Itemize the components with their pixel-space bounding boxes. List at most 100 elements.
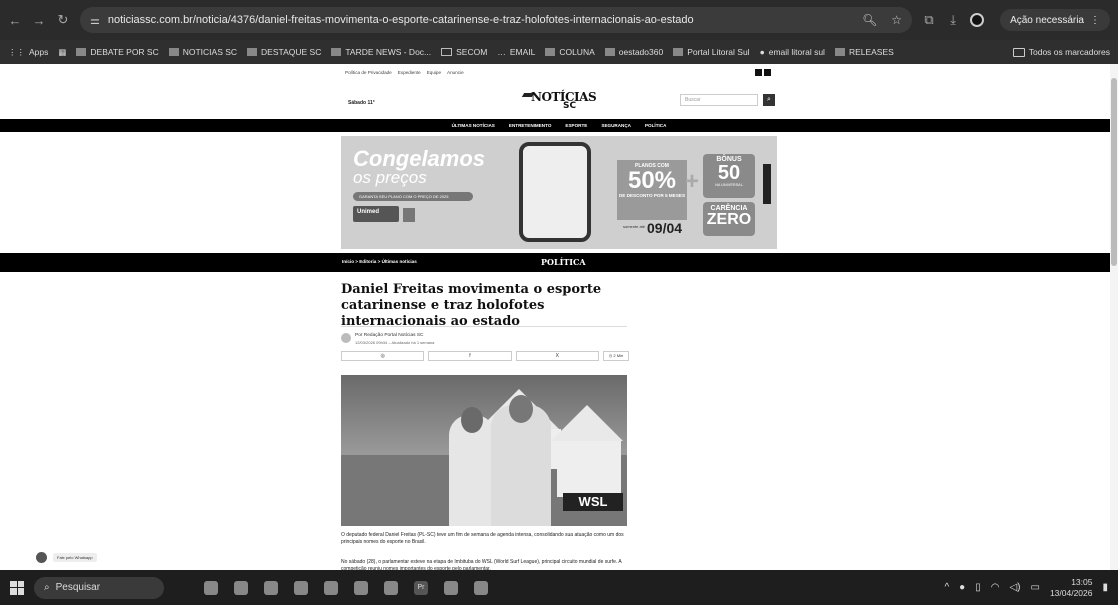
top-link[interactable]: Política de Privacidade [345, 70, 392, 75]
photo-tent [557, 441, 621, 497]
chevron-up-icon[interactable]: ^ [944, 582, 949, 593]
bookmark-secom[interactable]: SECOM [441, 47, 487, 57]
bookmark-grid[interactable]: ▦ [58, 47, 66, 58]
author-name[interactable]: Por Redação Portal Notícias SC [355, 333, 424, 338]
address-bar[interactable]: ⚌ noticiassc.com.br/noticia/4376/daniel-… [80, 7, 913, 33]
action-needed-button[interactable]: Ação necessária ⋮ [1000, 9, 1110, 31]
bookmark-label: COLUNA [559, 47, 595, 57]
facebook-icon[interactable] [755, 69, 762, 76]
scrollbar-thumb[interactable] [1111, 78, 1117, 266]
whatsapp-widget[interactable]: Fale pelo Whatsapp [36, 552, 97, 563]
main-nav: ÚLTIMAS NOTÍCIAS ENTRETENIMENTO ESPORTE … [0, 119, 1118, 132]
ad-until: somente até [623, 224, 646, 229]
bookmark-releases[interactable]: RELEASES [834, 47, 894, 57]
firefox-icon[interactable] [324, 580, 338, 595]
battery-icon[interactable]: ▯ [975, 582, 981, 593]
whatsapp-icon: ◎ [380, 353, 385, 359]
bookmark-noticias[interactable]: NOTICIAS SC [168, 47, 238, 57]
clock[interactable]: 13:05 13/04/2026 [1050, 577, 1093, 599]
bookmark-email[interactable]: … EMAIL [497, 47, 535, 57]
bookmark-debate[interactable]: DEBATE POR SC [76, 47, 159, 57]
download-icon[interactable]: ⤓ [946, 12, 960, 27]
wsl-logo: WSL [563, 493, 623, 511]
folder-favicon-icon [168, 48, 179, 56]
zoom-icon[interactable]: 🔍︎ [862, 13, 877, 27]
app-icon[interactable] [384, 580, 398, 595]
photo-person-head [461, 407, 483, 433]
x-icon: X [555, 353, 559, 359]
reload-icon[interactable]: ↻ [56, 12, 70, 27]
top-link[interactable]: Expediente [398, 70, 421, 75]
ad-banner[interactable]: Congelamos os preços GARANTA SEU PLANO C… [341, 136, 777, 249]
article-paragraph: O deputado federal Daniel Freitas (PL-SC… [341, 532, 624, 545]
bookmark-oestado360[interactable]: oestado360 [604, 47, 663, 57]
folder-favicon-icon [545, 48, 556, 56]
taskbar-apps: Pr [204, 580, 488, 595]
bookmark-label: Apps [29, 47, 49, 57]
reading-time-label: 2 Min [613, 353, 624, 358]
ad-cta: GARANTA SEU PLANO COM O PREÇO DE 2025 [353, 192, 473, 201]
wifi-icon[interactable]: ◠ [991, 582, 1000, 593]
search-icon: ⌕ [44, 582, 50, 593]
app-icon[interactable] [234, 580, 248, 595]
acrobat-icon[interactable] [474, 580, 488, 595]
author-info: Por Redação Portal Notícias SC 12/03/202… [341, 326, 627, 348]
share-whatsapp-button[interactable]: ◎ [341, 351, 425, 361]
forward-icon[interactable]: → [32, 13, 46, 28]
ad-plan-box: PLANOS COM 50% DE DESCONTO POR 5 MESES [617, 160, 687, 220]
top-link[interactable]: Anuncie [447, 70, 464, 75]
network-icon[interactable]: ▭ [1030, 582, 1039, 593]
site-search-input[interactable]: Buscar [680, 94, 758, 106]
bookmark-coluna[interactable]: COLUNA [545, 47, 595, 57]
edge-icon[interactable] [294, 580, 308, 595]
author-avatar [341, 333, 351, 343]
premiere-icon[interactable]: Pr [414, 580, 428, 595]
windows-start-icon[interactable] [10, 580, 24, 595]
site-settings-icon[interactable]: ⚌ [90, 14, 100, 27]
file-explorer-icon[interactable] [264, 580, 278, 595]
action-needed-label: Ação necessária [1010, 14, 1084, 26]
bookmark-apps[interactable]: ⋮⋮ Apps [8, 47, 48, 58]
folder-favicon-icon [76, 48, 87, 56]
all-bookmarks[interactable]: Todos os marcadores [1012, 47, 1110, 57]
photo-person [491, 395, 551, 526]
clock-time: 13:05 [1071, 576, 1093, 587]
nav-seguranca[interactable]: SEGURANÇA [601, 123, 631, 128]
instagram-icon[interactable] [764, 69, 771, 76]
bookmark-label: EMAIL [509, 47, 536, 57]
top-link[interactable]: Equipe [427, 70, 441, 75]
widgets-icon[interactable] [204, 580, 218, 595]
breadcrumb[interactable]: Início > Editoria > Últimas notícias [342, 259, 417, 264]
chrome-icon[interactable] [354, 580, 368, 595]
taskbar-search[interactable]: ⌕ Pesquisar [34, 576, 164, 599]
site-search-button[interactable]: ⌕ [763, 94, 775, 106]
app-icon[interactable] [444, 580, 458, 595]
releases-favicon-icon [834, 48, 845, 56]
ad-carencia-value: ZERO [706, 211, 752, 228]
profile-avatar[interactable] [970, 13, 985, 27]
nav-politica[interactable]: POLÍTICA [645, 123, 666, 128]
bookmark-star-icon[interactable]: ☆ [891, 13, 902, 27]
nav-ultimas-noticias[interactable]: ÚLTIMAS NOTÍCIAS [452, 123, 495, 128]
notifications-icon[interactable]: ▮ [1102, 582, 1108, 593]
menu-dots-icon: ⋮ [1090, 14, 1100, 26]
scrollbar[interactable] [1110, 64, 1118, 570]
share-buttons: ◎ f X ◷ 2 Min [341, 351, 629, 361]
clock-date: 13/04/2026 [1049, 587, 1093, 598]
bookmark-email-litoral-sul[interactable]: ● email litoral sul [760, 47, 825, 57]
folder-favicon-icon [247, 48, 258, 56]
site-logo[interactable]: NOTÍCIAS SC [521, 90, 597, 114]
back-icon[interactable]: ← [8, 13, 22, 28]
nav-esporte[interactable]: ESPORTE [565, 123, 587, 128]
facebook-icon: f [469, 353, 471, 359]
bookmark-portal-litoral-sul[interactable]: Portal Litoral Sul [673, 47, 750, 57]
share-facebook-button[interactable]: f [428, 351, 512, 361]
extensions-icon[interactable]: ⧉ [922, 12, 936, 27]
bookmark-label: NOTICIAS SC [182, 47, 238, 57]
bookmark-tarde-news[interactable]: TARDE NEWS - Doc... [331, 47, 431, 57]
share-x-button[interactable]: X [515, 351, 599, 361]
nav-entretenimento[interactable]: ENTRETENIMENTO [509, 123, 552, 128]
volume-icon[interactable]: ◁) [1009, 582, 1020, 593]
tray-app-icon[interactable]: ● [959, 582, 965, 593]
bookmark-destaque[interactable]: DESTAQUE SC [247, 47, 321, 57]
